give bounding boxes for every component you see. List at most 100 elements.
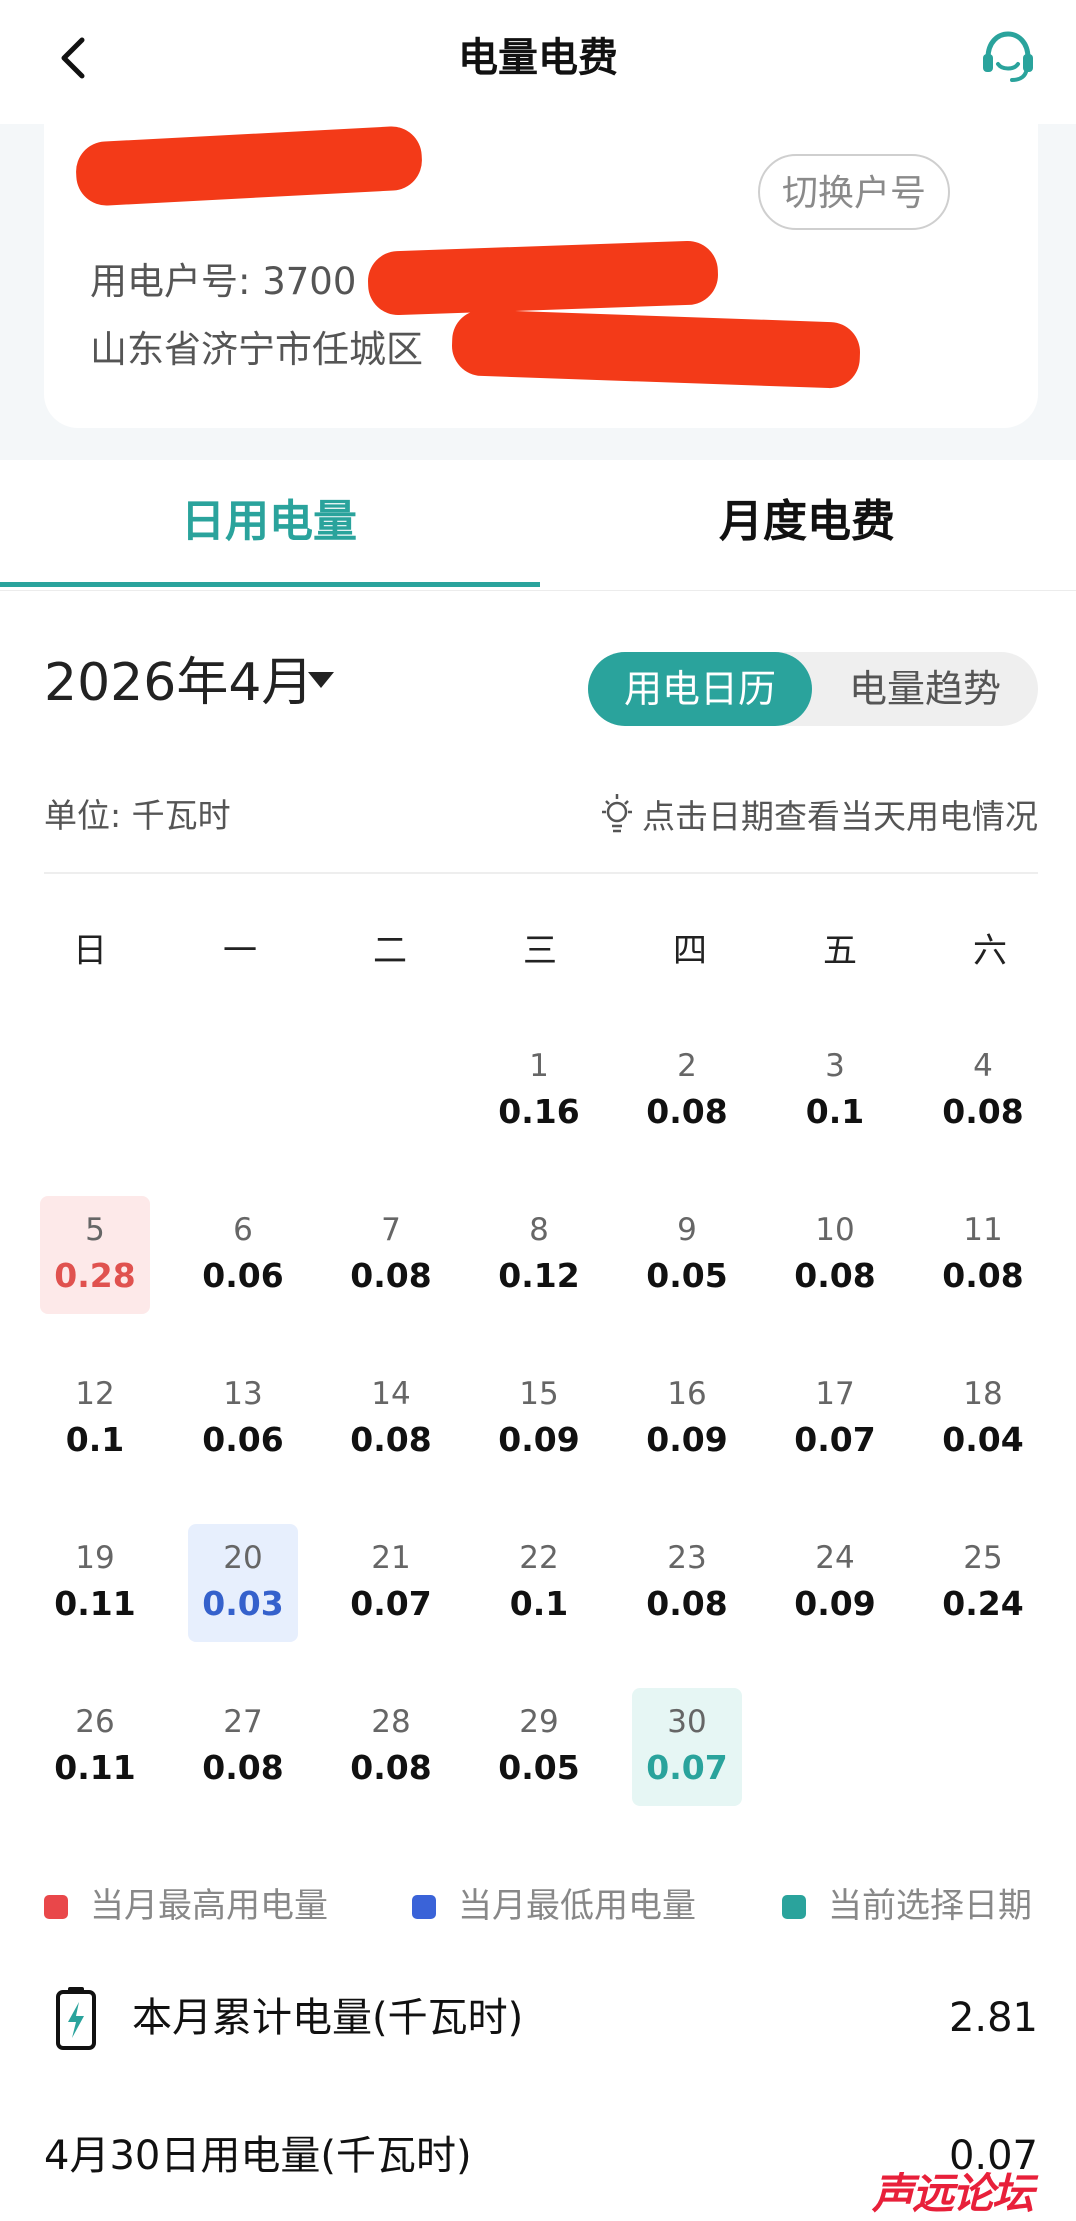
day-number: 15 (519, 1376, 559, 1412)
calendar-day-10[interactable]: 10 0.08 (780, 1196, 890, 1314)
tab-monthly-bill[interactable]: 月度电费 (538, 460, 1076, 586)
page-title: 电量电费 (458, 35, 618, 81)
day-usage: 0.08 (942, 1092, 1024, 1131)
calendar-day-29[interactable]: 29 0.05 (484, 1688, 594, 1806)
month-selector[interactable]: 2026年4月 (44, 648, 313, 718)
headset-icon[interactable] (978, 26, 1038, 86)
calendar-day-15[interactable]: 15 0.09 (484, 1360, 594, 1478)
calendar-day-4[interactable]: 4 0.08 (928, 1032, 1038, 1150)
calendar-day-24[interactable]: 24 0.09 (780, 1524, 890, 1642)
day-number: 21 (371, 1540, 411, 1576)
day-usage: 0.09 (794, 1584, 876, 1623)
calendar-day-1[interactable]: 1 0.16 (484, 1032, 594, 1150)
day-number: 28 (371, 1704, 411, 1740)
weekday-label: 五 (823, 931, 857, 971)
calendar-day-12[interactable]: 12 0.1 (40, 1360, 150, 1478)
weekday-label: 四 (673, 931, 707, 971)
day-usage: 0.07 (794, 1420, 876, 1459)
calendar-day-5[interactable]: 5 0.28 (40, 1196, 150, 1314)
day-number: 4 (973, 1048, 993, 1084)
day-usage: 0.12 (498, 1256, 580, 1295)
calendar-day-26[interactable]: 26 0.11 (40, 1688, 150, 1806)
calendar-day-7[interactable]: 7 0.08 (336, 1196, 446, 1314)
day-number: 16 (667, 1376, 707, 1412)
day-usage: 0.04 (942, 1420, 1024, 1459)
day-usage: 0.08 (794, 1256, 876, 1295)
day-number: 26 (75, 1704, 115, 1740)
calendar-day-18[interactable]: 18 0.04 (928, 1360, 1038, 1478)
calendar-day-27[interactable]: 27 0.08 (188, 1688, 298, 1806)
day-usage: 0.09 (646, 1420, 728, 1459)
day-usage: 0.08 (350, 1420, 432, 1459)
day-number: 2 (677, 1048, 697, 1084)
calendar-day-2[interactable]: 2 0.08 (632, 1032, 742, 1150)
day-number: 27 (223, 1704, 263, 1740)
day-number: 8 (529, 1212, 549, 1248)
day-usage: 0.05 (498, 1748, 580, 1787)
day-usage: 0.06 (202, 1256, 284, 1295)
calendar-day-8[interactable]: 8 0.12 (484, 1196, 594, 1314)
day-number: 5 (85, 1212, 105, 1248)
calendar-day-9[interactable]: 9 0.05 (632, 1196, 742, 1314)
weekday-label: 三 (523, 931, 557, 971)
calendar-day-25[interactable]: 25 0.24 (928, 1524, 1038, 1642)
account-address: 山东省济宁市任城区 (90, 328, 423, 371)
hint-text: 点击日期查看当天用电情况 (598, 792, 1038, 841)
day-usage: 0.08 (646, 1584, 728, 1623)
day-number: 20 (223, 1540, 263, 1576)
calendar-day-11[interactable]: 11 0.08 (928, 1196, 1038, 1314)
divider (44, 872, 1038, 874)
day-number: 10 (815, 1212, 855, 1248)
account-number: 用电户号: 3700 (90, 260, 357, 303)
day-number: 14 (371, 1376, 411, 1412)
calendar-day-6[interactable]: 6 0.06 (188, 1196, 298, 1314)
day-number: 9 (677, 1212, 697, 1248)
switch-account-button[interactable]: 切换户号 (758, 154, 950, 230)
calendar-day-30[interactable]: 30 0.07 (632, 1688, 742, 1806)
month-total-row: 本月累计电量(千瓦时) 2.81 (44, 1986, 1038, 2050)
selected-day-label: 4月30日用电量(千瓦时) (44, 2133, 472, 2179)
calendar-day-14[interactable]: 14 0.08 (336, 1360, 446, 1478)
day-usage: 0.1 (65, 1420, 125, 1459)
legend-selected: 当前选择日期 (782, 1882, 1032, 1930)
legend-label: 当月最高用电量 (90, 1886, 328, 1926)
day-number: 7 (381, 1212, 401, 1248)
day-number: 25 (963, 1540, 1003, 1576)
day-usage: 0.1 (805, 1092, 865, 1131)
day-number: 6 (233, 1212, 253, 1248)
tab-daily-usage[interactable]: 日用电量 (0, 460, 538, 586)
day-number: 11 (963, 1212, 1003, 1248)
day-usage: 0.09 (498, 1420, 580, 1459)
calendar-day-22[interactable]: 22 0.1 (484, 1524, 594, 1642)
watermark-logo: 声远论坛 (872, 2169, 1034, 2218)
day-usage: 0.1 (509, 1584, 569, 1623)
calendar-day-13[interactable]: 13 0.06 (188, 1360, 298, 1478)
calendar-day-20[interactable]: 20 0.03 (188, 1524, 298, 1642)
hint-label: 点击日期查看当天用电情况 (642, 797, 1038, 836)
calendar-day-21[interactable]: 21 0.07 (336, 1524, 446, 1642)
calendar-day-28[interactable]: 28 0.08 (336, 1688, 446, 1806)
calendar-day-17[interactable]: 17 0.07 (780, 1360, 890, 1478)
day-usage: 0.08 (350, 1256, 432, 1295)
caret-down-icon[interactable] (308, 672, 334, 688)
calendar-day-23[interactable]: 23 0.08 (632, 1524, 742, 1642)
month-total-label: 本月累计电量(千瓦时) (132, 1995, 524, 2041)
calendar-day-16[interactable]: 16 0.09 (632, 1360, 742, 1478)
day-number: 29 (519, 1704, 559, 1740)
day-usage: 0.07 (646, 1748, 728, 1787)
day-usage: 0.28 (54, 1256, 136, 1295)
day-usage: 0.07 (350, 1584, 432, 1623)
tab-bar: 日用电量 月度电费 (0, 460, 1076, 591)
weekday-label: 日 (73, 931, 107, 971)
toggle-calendar[interactable]: 用电日历 (588, 652, 812, 726)
day-number: 1 (529, 1048, 549, 1084)
day-usage: 0.11 (54, 1584, 136, 1623)
calendar-day-3[interactable]: 3 0.1 (780, 1032, 890, 1150)
month-total-value: 2.81 (948, 1995, 1038, 2041)
lightbulb-icon (602, 794, 632, 833)
day-number: 24 (815, 1540, 855, 1576)
calendar-day-19[interactable]: 19 0.11 (40, 1524, 150, 1642)
legend-swatch (44, 1895, 68, 1919)
weekday-label: 二 (373, 931, 407, 971)
toggle-trend[interactable]: 电量趋势 (812, 652, 1038, 726)
